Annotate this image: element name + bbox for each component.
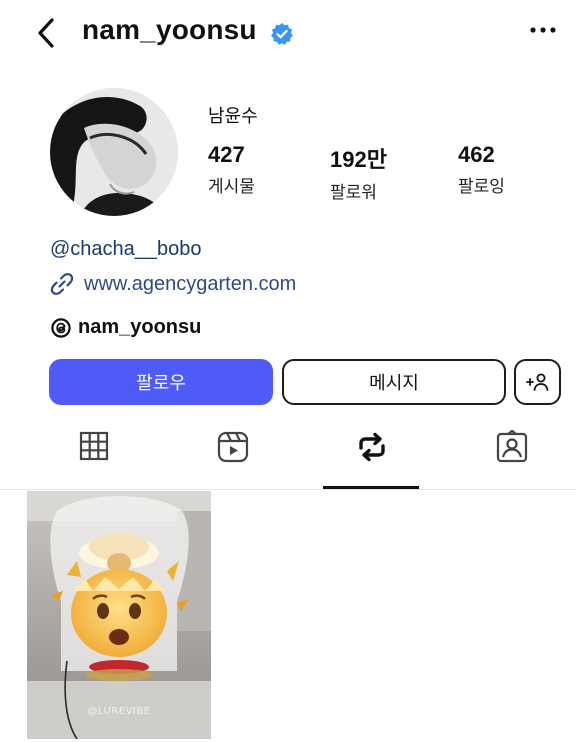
more-options-button[interactable]	[528, 20, 558, 40]
grid-icon	[79, 431, 109, 461]
stat-followers[interactable]: 192만 팔로워	[330, 142, 387, 203]
threads-username: nam_yoonsu	[78, 316, 202, 338]
threads-icon	[51, 317, 71, 338]
bio-mention-link[interactable]: @chacha__bobo	[50, 238, 202, 261]
more-horizontal-icon	[530, 27, 556, 33]
link-icon	[50, 273, 74, 295]
stat-value: 462	[458, 142, 495, 167]
website-link[interactable]: www.agencygarten.com	[48, 270, 296, 298]
profile-avatar[interactable]	[50, 88, 178, 216]
chevron-left-icon	[38, 18, 54, 48]
message-button[interactable]: 메시지	[282, 359, 506, 405]
stat-label: 팔로워	[330, 183, 377, 202]
stat-following[interactable]: 462 팔로잉	[458, 142, 505, 197]
post-thumbnail[interactable]: @LUREVIBE	[27, 491, 211, 739]
stat-value: 192만	[330, 147, 387, 172]
profile-username: nam_yoonsu	[82, 14, 257, 45]
verified-badge-icon	[270, 22, 294, 46]
stat-label: 팔로잉	[458, 177, 505, 196]
reels-icon	[217, 431, 249, 463]
post-image	[27, 491, 211, 739]
stat-label: 게시물	[208, 177, 255, 196]
suggested-users-button[interactable]	[514, 359, 561, 405]
post-watermark: @LUREVIBE	[87, 706, 151, 717]
follow-button[interactable]: 팔로우	[49, 359, 273, 405]
stat-posts[interactable]: 427 게시물	[208, 142, 255, 197]
add-person-icon	[525, 373, 548, 391]
stat-value: 427	[208, 142, 245, 167]
website-link-text: www.agencygarten.com	[84, 272, 297, 295]
back-button[interactable]	[34, 16, 60, 50]
display-name: 남윤수	[208, 106, 258, 126]
threads-badge[interactable]: nam_yoonsu	[50, 316, 201, 339]
tab-reposts[interactable]	[342, 430, 402, 488]
tab-tagged[interactable]	[482, 430, 542, 488]
tab-divider	[0, 489, 576, 490]
repost-icon	[359, 432, 385, 462]
tab-grid[interactable]	[64, 430, 124, 488]
tagged-icon	[496, 430, 528, 463]
tab-reels[interactable]	[203, 430, 263, 488]
